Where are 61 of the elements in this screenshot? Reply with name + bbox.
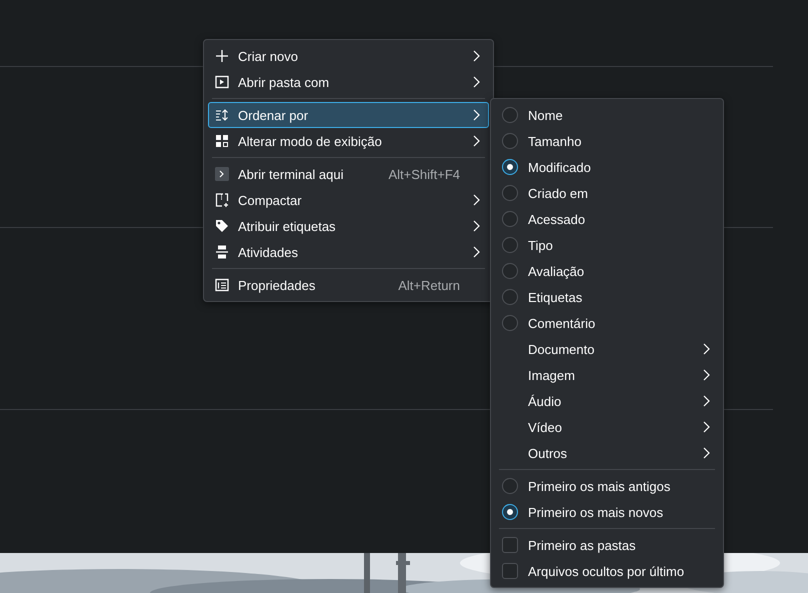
chevron-right-icon	[702, 395, 710, 407]
menu-item[interactable]: Documento	[495, 336, 719, 362]
menu-item[interactable]: Áudio	[495, 388, 719, 414]
menu-item[interactable]: Acessado	[495, 206, 719, 232]
radio-button[interactable]	[502, 504, 518, 520]
chevron-right-icon	[702, 421, 710, 433]
chevron-right-icon	[472, 109, 480, 121]
checkbox[interactable]	[502, 563, 518, 579]
radio-button[interactable]	[502, 237, 518, 253]
archive-icon	[215, 193, 229, 207]
menu-item[interactable]: Comentário	[495, 310, 719, 336]
menu-item[interactable]: Primeiro os mais novos	[495, 499, 719, 525]
radio-button[interactable]	[502, 478, 518, 494]
chevron-right-icon	[472, 50, 480, 62]
terminal-icon	[215, 167, 229, 181]
chevron-right-icon	[702, 447, 710, 459]
chevron-right-icon	[472, 246, 480, 258]
checkbox[interactable]	[502, 537, 518, 553]
menu-item[interactable]: Atividades	[208, 239, 489, 265]
menu-item[interactable]: Modificado	[495, 154, 719, 180]
menu-item[interactable]: Ordenar por	[208, 102, 489, 128]
radio-button[interactable]	[502, 133, 518, 149]
sort-icon	[215, 108, 229, 122]
radio-button[interactable]	[502, 107, 518, 123]
chevron-right-icon	[702, 369, 710, 381]
chevron-right-icon	[472, 135, 480, 147]
menu-item[interactable]: Imagem	[495, 362, 719, 388]
menu-item[interactable]: Tipo	[495, 232, 719, 258]
menu-item[interactable]: Compactar	[208, 187, 489, 213]
menu-item[interactable]: Nome	[495, 102, 719, 128]
radio-button[interactable]	[502, 211, 518, 227]
menu-item[interactable]: Criar novo	[208, 43, 489, 69]
chevron-right-icon	[472, 76, 480, 88]
menu-item[interactable]: Abrir pasta com	[208, 69, 489, 95]
menu-item[interactable]: Propriedades Alt+Return	[208, 272, 489, 298]
radio-button[interactable]	[502, 289, 518, 305]
properties-icon	[215, 278, 229, 292]
menu-item[interactable]: Arquivos ocultos por último	[495, 558, 719, 584]
plus-icon	[215, 49, 229, 63]
radio-button[interactable]	[502, 159, 518, 175]
menu-item[interactable]: Etiquetas	[495, 284, 719, 310]
radio-button[interactable]	[502, 185, 518, 201]
menu-item[interactable]: Vídeo	[495, 414, 719, 440]
menu-item[interactable]: Abrir terminal aqui Alt+Shift+F4	[208, 161, 489, 187]
radio-button[interactable]	[502, 263, 518, 279]
menu-item[interactable]: Primeiro os mais antigos	[495, 473, 719, 499]
play-window-icon	[215, 75, 229, 89]
chevron-right-icon	[702, 343, 710, 355]
menu-item[interactable]: Atribuir etiquetas	[208, 213, 489, 239]
menu-item[interactable]: Criado em	[495, 180, 719, 206]
menu-item[interactable]: Avaliação	[495, 258, 719, 284]
radio-button[interactable]	[502, 315, 518, 331]
menu-item[interactable]: Alterar modo de exibição	[208, 128, 489, 154]
menu-item[interactable]: Tamanho	[495, 128, 719, 154]
menu-item[interactable]: Primeiro as pastas	[495, 532, 719, 558]
menu-item[interactable]: Outros	[495, 440, 719, 466]
chevron-right-icon	[472, 220, 480, 232]
activities-icon	[215, 245, 229, 259]
chevron-right-icon	[472, 194, 480, 206]
tag-icon	[215, 219, 229, 233]
grid-icon	[215, 134, 229, 148]
